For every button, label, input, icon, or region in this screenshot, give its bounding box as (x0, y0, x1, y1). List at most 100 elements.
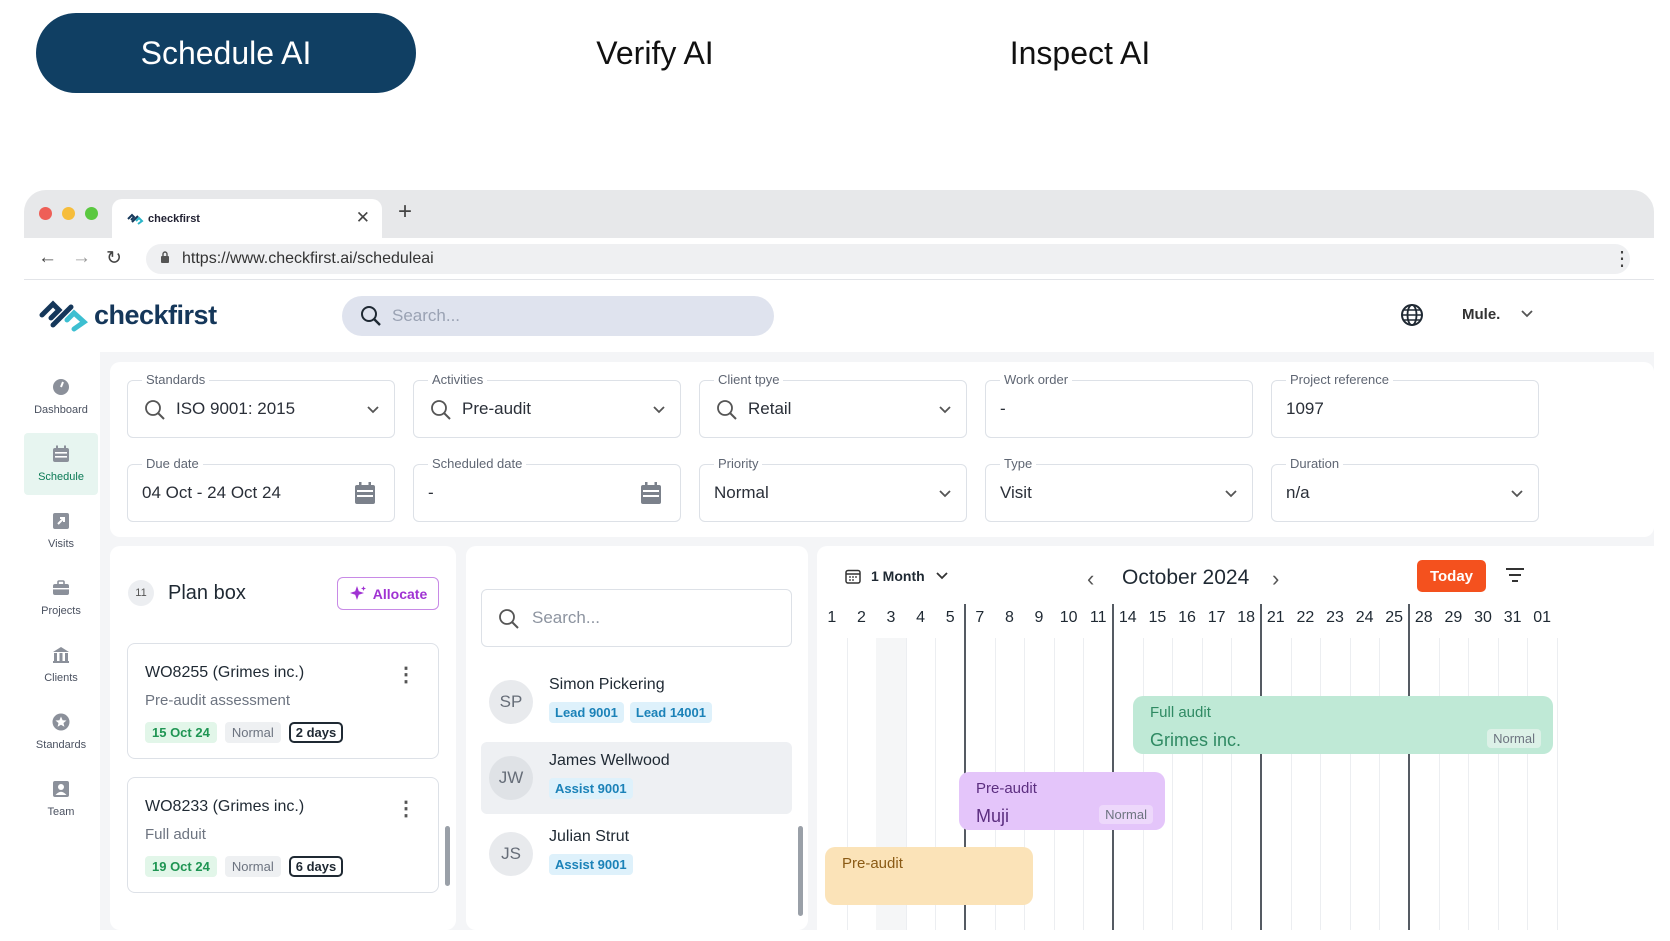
people-search-input[interactable]: Search... (481, 589, 792, 647)
more-options-icon[interactable]: ⋮ (396, 662, 416, 687)
language-globe-icon[interactable] (1400, 303, 1424, 327)
tab-inspect-ai[interactable]: Inspect AI (890, 13, 1270, 93)
avatar: JS (489, 832, 533, 876)
sidebar-item-visits[interactable]: Visits (24, 500, 98, 562)
chevron-down-icon (1225, 490, 1237, 498)
forward-icon[interactable]: → (72, 247, 91, 269)
global-search-input[interactable]: Search... (342, 296, 774, 336)
work-order-field[interactable]: Work order - (985, 372, 1253, 438)
calendar-event[interactable]: Pre-audit (825, 847, 1033, 905)
due-date-field[interactable]: Due date 04 Oct - 24 Oct 24 (127, 456, 395, 522)
priority-badge: Normal (224, 856, 281, 877)
day-header: 1 (827, 609, 837, 626)
filter-panel: Standards ISO 9001: 2015 Activities Pre-… (110, 362, 1654, 537)
calendar-icon (845, 569, 861, 584)
tab-schedule-ai[interactable]: Schedule AI (36, 13, 416, 93)
window-controls (39, 207, 98, 220)
sidebar-item-standards[interactable]: Standards (24, 701, 98, 763)
work-order-subtitle: Full aduit (145, 826, 206, 843)
logo-text: checkfirst (94, 299, 217, 330)
project-reference-field[interactable]: Project reference 1097 (1271, 372, 1539, 438)
due-date-badge: 19 Oct 24 (145, 856, 217, 877)
filter-icon[interactable] (1505, 567, 1525, 583)
plan-box-count: 11 (128, 580, 154, 606)
field-value: - (428, 483, 434, 502)
person-item[interactable]: SP Simon Pickering Lead 9001 Lead 14001 (481, 666, 792, 738)
field-label: Scheduled date (428, 456, 527, 471)
event-type: Full audit (1150, 704, 1211, 721)
week-separator (1260, 604, 1262, 930)
new-tab-button[interactable]: + (398, 198, 412, 226)
maximize-window-button[interactable] (85, 207, 98, 220)
day-grid-line (1497, 638, 1499, 930)
calendar-event[interactable]: Pre-audit Muji Normal (959, 772, 1165, 830)
calendar-icon[interactable] (354, 481, 376, 505)
app-logo[interactable]: checkfirst (38, 298, 217, 332)
sidebar-item-dashboard[interactable]: Dashboard (24, 366, 98, 428)
reload-icon[interactable]: ↻ (106, 247, 122, 270)
person-name: Julian Strut (549, 828, 630, 845)
work-order-card[interactable]: WO8255 (Grimes inc.) ⋮ Pre-audit assessm… (127, 643, 439, 759)
field-label: Activities (428, 372, 488, 387)
day-grid-line (1527, 638, 1529, 930)
field-label: Type (1000, 456, 1037, 471)
people-scrollbar[interactable] (798, 826, 803, 916)
plan-box-title: Plan box (168, 582, 246, 604)
sidebar-item-projects[interactable]: Projects (24, 567, 98, 629)
sidebar-label-visits: Visits (47, 538, 75, 550)
event-client: Grimes inc. (1150, 730, 1242, 750)
day-header: 17 (1207, 609, 1226, 626)
person-item[interactable]: JW James Wellwood Assist 9001 (481, 742, 792, 814)
day-header: 29 (1444, 609, 1463, 626)
field-value: ISO 9001: 2015 (176, 399, 296, 418)
url-field[interactable]: https://www.checkfirst.ai/scheduleai (146, 244, 1630, 274)
client-type-select[interactable]: Client tpye Retail (699, 372, 967, 438)
back-icon[interactable]: ← (38, 247, 57, 269)
calendar-icon[interactable] (640, 481, 662, 505)
work-order-card[interactable]: WO8233 (Grimes inc.) ⋮ Full aduit 19 Oct… (127, 777, 439, 893)
day-grid-line (1468, 638, 1470, 930)
sidebar-item-schedule[interactable]: Schedule (24, 433, 98, 495)
allocate-button[interactable]: Allocate (337, 577, 439, 610)
previous-month-icon[interactable]: ‹ (1087, 566, 1094, 592)
building-icon (53, 647, 69, 663)
close-window-button[interactable] (39, 207, 52, 220)
minimize-window-button[interactable] (62, 207, 75, 220)
browser-window: checkfirst ✕ + ← → ↻ https://www.checkfi… (24, 190, 1654, 930)
sidebar-label-projects: Projects (41, 605, 81, 617)
standards-select[interactable]: Standards ISO 9001: 2015 (127, 372, 395, 438)
work-order-title: WO8255 (Grimes inc.) (145, 664, 305, 681)
activities-select[interactable]: Activities Pre-audit (413, 372, 681, 438)
star-icon (52, 713, 70, 731)
field-label: Project reference (1286, 372, 1393, 387)
day-header: 3 (886, 609, 896, 626)
field-value: Pre-audit (462, 399, 531, 418)
more-options-icon[interactable]: ⋮ (396, 796, 416, 821)
browser-tab[interactable]: checkfirst ✕ (112, 199, 382, 238)
sidebar-item-clients[interactable]: Clients (24, 634, 98, 696)
plan-box-scrollbar[interactable] (445, 826, 450, 886)
tab-verify-ai[interactable]: Verify AI (465, 13, 845, 93)
duration-select[interactable]: Duration n/a (1271, 456, 1539, 522)
calendar-event[interactable]: Full audit Grimes inc. Normal (1133, 696, 1553, 754)
today-button[interactable]: Today (1417, 560, 1486, 592)
scheduled-date-field[interactable]: Scheduled date - (413, 456, 681, 522)
week-separator (1112, 604, 1114, 930)
chevron-down-icon (653, 406, 665, 414)
event-client: Muji (976, 806, 1010, 826)
user-menu[interactable]: Mule. (1462, 306, 1500, 323)
sidebar-item-team[interactable]: Team (24, 768, 98, 830)
search-icon (361, 306, 381, 326)
close-tab-icon[interactable]: ✕ (356, 208, 370, 228)
briefcase-icon (53, 580, 69, 595)
role-badge: Lead 14001 (629, 702, 712, 723)
type-select[interactable]: Type Visit (985, 456, 1253, 522)
chevron-down-icon[interactable] (1520, 307, 1534, 321)
duration-badge: 6 days (288, 856, 344, 877)
day-grid-line (1379, 638, 1381, 930)
next-month-icon[interactable]: › (1272, 566, 1279, 592)
calendar-view-select[interactable]: 1 Month (845, 568, 949, 584)
priority-select[interactable]: Priority Normal (699, 456, 967, 522)
person-item[interactable]: JS Julian Strut Assist 9001 (481, 818, 792, 890)
browser-menu-icon[interactable]: ⋮ (1612, 246, 1632, 271)
